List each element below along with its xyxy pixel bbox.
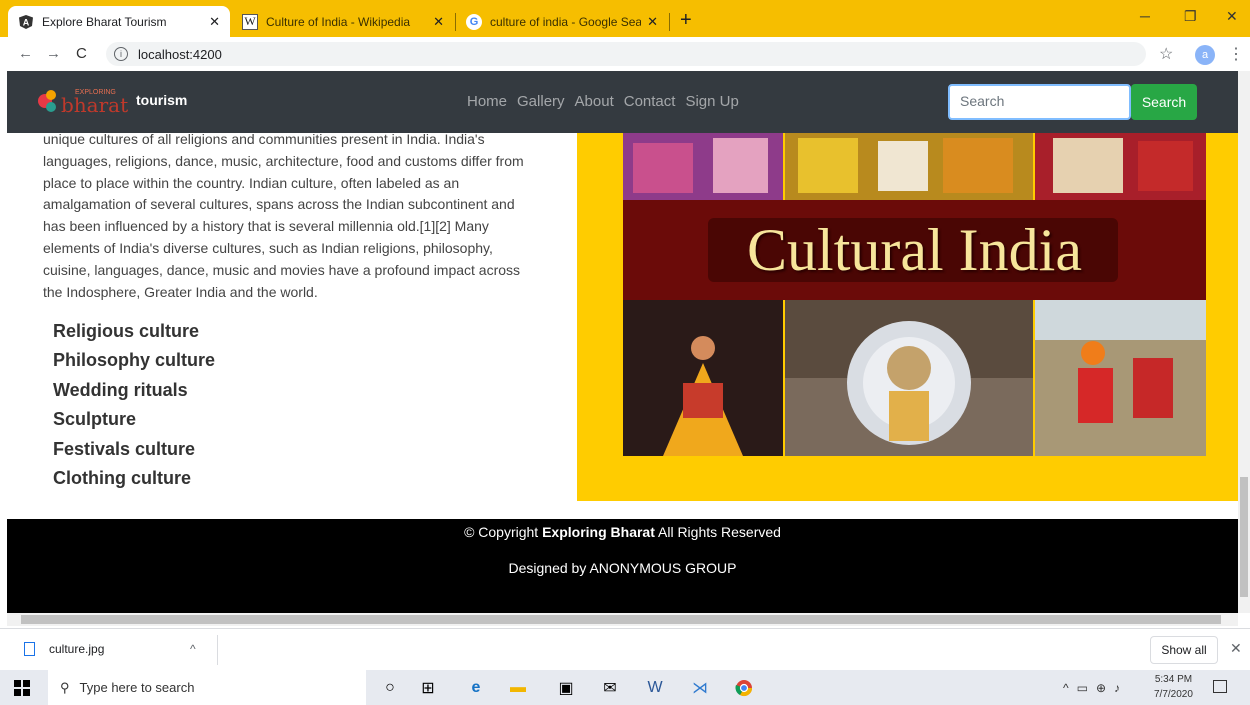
file-explorer-icon[interactable]: ▬	[508, 678, 528, 698]
notification-icon[interactable]	[1213, 680, 1227, 693]
info-icon[interactable]: i	[114, 47, 128, 61]
vertical-scroll-thumb[interactable]	[1240, 477, 1248, 597]
tab-divider	[669, 13, 670, 31]
download-file-name: culture.jpg	[49, 642, 105, 656]
forward-icon[interactable]: →	[46, 45, 61, 62]
tab-wikipedia[interactable]: W Culture of India - Wikipedia ✕	[232, 6, 454, 37]
site-logo[interactable]: bharat EXPLORING	[35, 85, 131, 117]
site-footer: © Copyright Exploring Bharat All Rights …	[7, 519, 1238, 613]
vertical-scrollbar[interactable]	[1238, 71, 1250, 613]
wikipedia-icon: W	[242, 13, 258, 30]
close-icon[interactable]: ✕	[1230, 640, 1242, 657]
browser-tab-strip: A Explore Bharat Tourism ✕ W Culture of …	[0, 0, 1250, 37]
reload-icon[interactable]: C	[76, 45, 87, 62]
menu-kebab-icon[interactable]: ⋮	[1228, 44, 1244, 64]
network-icon[interactable]: ⊕	[1096, 681, 1106, 695]
divider	[217, 635, 218, 665]
close-icon[interactable]: ✕	[433, 14, 444, 30]
site-search-button[interactable]: Search	[1131, 84, 1197, 120]
cortana-icon[interactable]: ○	[380, 678, 400, 698]
svg-text:A: A	[23, 17, 30, 27]
profile-avatar[interactable]: a	[1195, 45, 1215, 65]
screen: A Explore Bharat Tourism ✕ W Culture of …	[0, 0, 1250, 705]
list-item: Wedding rituals	[53, 379, 188, 400]
back-icon[interactable]: ←	[18, 45, 33, 62]
site-brand[interactable]: tourism	[136, 92, 187, 108]
nav-home[interactable]: Home	[467, 93, 507, 110]
chevron-up-icon[interactable]: ^	[190, 642, 196, 656]
angular-icon: A	[18, 14, 34, 30]
banner-title: Cultural India	[747, 216, 1082, 283]
nav-contact[interactable]: Contact	[624, 93, 676, 110]
minimize-icon[interactable]: ─	[1140, 8, 1150, 24]
tab-explore-bharat[interactable]: A Explore Bharat Tourism ✕	[8, 6, 230, 37]
windows-start-icon[interactable]	[14, 680, 30, 696]
window-close-icon[interactable]: ✕	[1226, 8, 1238, 25]
tab-title: culture of india - Google Search	[490, 14, 642, 29]
site-navbar: bharat EXPLORING tourism Home Gallery Ab…	[7, 71, 1238, 133]
culture-list: Religious culture Philosophy culture Wed…	[53, 317, 215, 493]
download-item[interactable]: culture.jpg	[24, 642, 104, 656]
vscode-icon[interactable]: ⋊	[690, 678, 710, 698]
windows-taskbar: ⚲ Type here to search ○ ⊞ e ▬ ▣ ✉ W ⋊ ^ …	[0, 670, 1250, 705]
site-search-input[interactable]: Search	[948, 84, 1131, 120]
designed-by: Designed by ANONYMOUS GROUP	[508, 560, 737, 576]
page-viewport: bharat EXPLORING tourism Home Gallery Ab…	[7, 71, 1238, 613]
system-tray: ^ ▭ ⊕ ♪	[1063, 681, 1120, 695]
taskbar-search-placeholder: Type here to search	[79, 680, 195, 695]
mail-icon[interactable]: ✉	[600, 678, 620, 698]
culture-paragraph: unique cultures of all religions and com…	[43, 131, 524, 300]
copyright-suffix: All Rights Reserved	[654, 524, 781, 540]
close-icon[interactable]: ✕	[647, 14, 658, 30]
new-tab-button[interactable]: +	[680, 9, 692, 32]
image-file-icon	[24, 642, 35, 656]
nav-about[interactable]: About	[575, 93, 614, 110]
tab-google-search[interactable]: G culture of india - Google Search ✕	[456, 6, 668, 37]
tab-title: Culture of India - Wikipedia	[266, 14, 411, 29]
clock-date: 7/7/2020	[1154, 689, 1193, 700]
list-item: Religious culture	[53, 321, 200, 341]
list-item: Festivals culture	[53, 438, 196, 459]
search-icon: ⚲	[60, 679, 70, 695]
copyright-prefix: © Copyright	[464, 524, 543, 540]
bookmark-star-icon[interactable]: ☆	[1159, 44, 1173, 64]
chevron-up-icon[interactable]: ^	[1063, 681, 1069, 695]
taskbar-clock[interactable]: 5:34 PM 7/7/2020	[1154, 672, 1193, 702]
horizontal-scrollbar[interactable]	[7, 613, 1238, 626]
site-nav: Home Gallery About Contact Sign Up	[467, 93, 739, 110]
culture-image-panel: Cultural India	[577, 133, 1238, 501]
browser-toolbar: ← → C i localhost:4200 ☆ a ⋮	[0, 37, 1250, 71]
battery-icon[interactable]: ▭	[1077, 681, 1088, 695]
taskbar-search-input[interactable]: ⚲ Type here to search	[48, 670, 366, 705]
word-icon[interactable]: W	[645, 678, 665, 698]
nav-signup[interactable]: Sign Up	[685, 93, 738, 110]
store-icon[interactable]: ▣	[556, 678, 576, 698]
edge-icon[interactable]: e	[466, 678, 486, 698]
tab-title: Explore Bharat Tourism	[42, 14, 167, 29]
show-all-button[interactable]: Show all	[1150, 636, 1218, 664]
list-item: Clothing culture	[53, 468, 191, 489]
clock-time: 5:34 PM	[1154, 674, 1193, 685]
address-bar[interactable]: i localhost:4200	[106, 42, 1146, 66]
volume-icon[interactable]: ♪	[1114, 681, 1120, 695]
google-icon: G	[466, 13, 482, 30]
restore-icon[interactable]: ❐	[1184, 8, 1197, 25]
close-icon[interactable]: ✕	[209, 14, 220, 30]
list-item: Sculpture	[53, 409, 137, 430]
nav-gallery[interactable]: Gallery	[517, 93, 565, 110]
horizontal-scroll-thumb[interactable]	[21, 615, 1221, 624]
copyright-brand: Exploring Bharat	[542, 524, 655, 540]
chrome-icon[interactable]	[734, 678, 754, 698]
logo-small-text: EXPLORING	[75, 89, 116, 96]
task-view-icon[interactable]: ⊞	[418, 678, 438, 698]
list-item: Philosophy culture	[53, 350, 216, 371]
copyright-line: © Copyright Exploring Bharat All Rights …	[7, 524, 1238, 540]
downloads-bar: culture.jpg ^ Show all ✕	[0, 628, 1250, 670]
logo-text: bharat	[61, 93, 128, 117]
url-text: localhost:4200	[138, 46, 222, 62]
